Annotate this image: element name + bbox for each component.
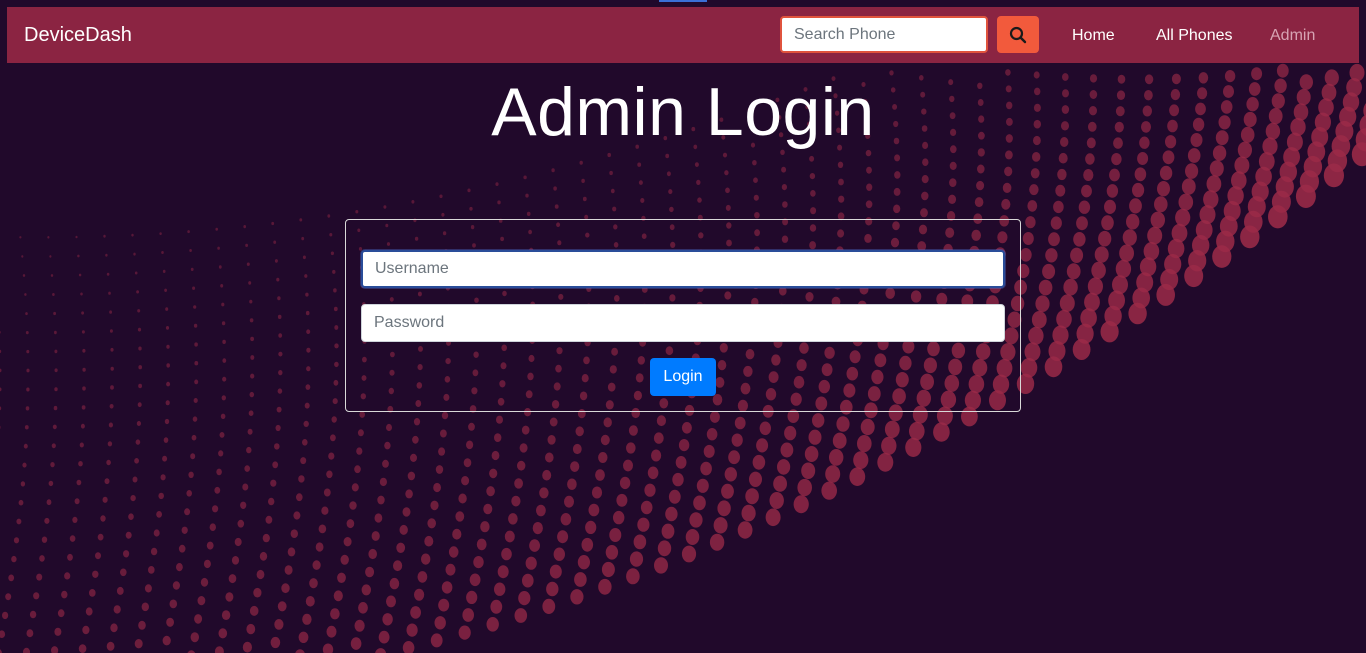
top-indicator: [659, 0, 707, 2]
password-field[interactable]: [361, 304, 1005, 342]
search-input[interactable]: [780, 16, 988, 53]
search-icon: [1009, 26, 1027, 43]
login-button[interactable]: Login: [650, 358, 716, 396]
page-title: Admin Login: [491, 74, 875, 150]
username-field[interactable]: [361, 250, 1005, 288]
nav-link-all-phones[interactable]: All Phones: [1156, 26, 1233, 46]
login-form: Login: [345, 219, 1021, 412]
nav-link-admin[interactable]: Admin: [1270, 26, 1315, 46]
search-button[interactable]: [997, 16, 1039, 53]
brand-logo[interactable]: DeviceDash: [24, 23, 132, 47]
navbar: DeviceDash Home All Phones Admin: [7, 7, 1359, 63]
nav-link-home[interactable]: Home: [1072, 26, 1115, 46]
